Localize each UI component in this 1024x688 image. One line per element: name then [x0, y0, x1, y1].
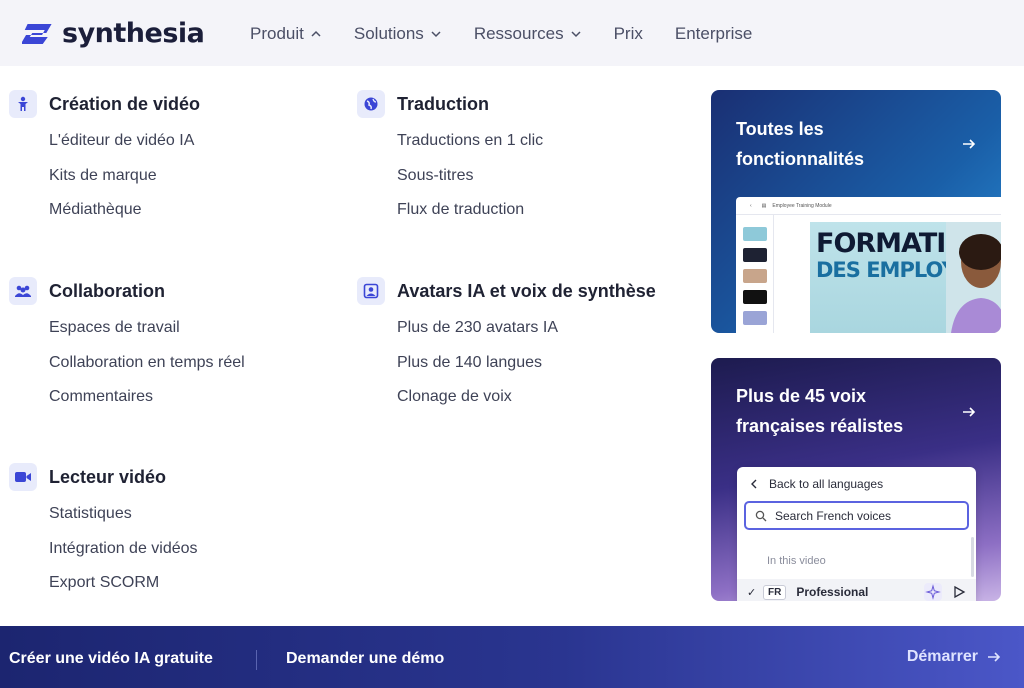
menu-link-brand-kits[interactable]: Kits de marque: [49, 159, 200, 194]
category-title: Collaboration: [49, 280, 165, 301]
start-label: Démarrer: [906, 648, 978, 665]
team-icon: [9, 277, 37, 305]
voice-selector-preview: Back to all languages Search French voic…: [737, 467, 976, 601]
voice-row: ✓ FR Professional: [737, 579, 976, 601]
arrow-right-icon: [963, 407, 976, 417]
nav-prix-label: Prix: [613, 24, 643, 43]
sparkle-icon: [924, 583, 942, 601]
scene-thumbnail: [743, 248, 767, 262]
create-free-video-link[interactable]: Créer une vidéo IA gratuite: [9, 626, 213, 688]
chevron-down-icon: [571, 31, 581, 38]
nav-enterprise-label: Enterprise: [674, 24, 753, 43]
category-collaboration: Collaboration Espaces de travail Collabo…: [9, 277, 245, 415]
menu-link-one-click-translation[interactable]: Traductions en 1 clic: [397, 124, 543, 159]
synthesia-logo-mark-icon: [20, 21, 56, 47]
search-icon: [755, 510, 767, 521]
editor-preview-canvas: FORMATION DES EMPLOYÉS: [810, 222, 1001, 333]
menu-link-workspaces[interactable]: Espaces de travail: [49, 311, 245, 346]
video-camera-icon: [9, 463, 37, 491]
editor-preview-toolbar: ‹ ▤ Employee Training Module: [736, 197, 1001, 215]
avatar-person-image: [946, 222, 1001, 333]
nav-produit[interactable]: Produit: [250, 24, 322, 44]
menu-link-analytics[interactable]: Statistiques: [49, 497, 198, 532]
card-title: Toutes les fonctionnalités: [736, 119, 865, 169]
category-title: Avatars IA et voix de synthèse: [397, 280, 656, 301]
scene-thumbnail: [743, 269, 767, 283]
nav-produit-label: Produit: [250, 24, 304, 43]
search-value: Search French voices: [775, 508, 892, 523]
menu-link-translation-flow[interactable]: Flux de traduction: [397, 193, 543, 228]
menu-link-video-embed[interactable]: Intégration de vidéos: [49, 532, 198, 567]
category-avatars-voices: Avatars IA et voix de synthèse Plus de 2…: [357, 277, 656, 415]
editor-preview-image: ‹ ▤ Employee Training Module FORMATION DE…: [736, 197, 1001, 333]
category-header[interactable]: Traduction: [357, 90, 543, 118]
language-badge: FR: [763, 584, 787, 600]
scene-thumbnail: [743, 227, 767, 241]
category-title: Traduction: [397, 93, 490, 114]
editor-preview-title: Employee Training Module: [772, 202, 832, 209]
nav-prix[interactable]: Prix: [614, 24, 643, 44]
category-translation: Traduction Traductions en 1 clic Sous-ti…: [357, 90, 543, 228]
nav-ressources-label: Ressources: [473, 24, 564, 43]
back-to-languages: Back to all languages: [749, 477, 883, 491]
logo-text: synthesia: [62, 18, 205, 49]
category-header[interactable]: Collaboration: [9, 277, 245, 305]
menu-link-scorm-export[interactable]: Export SCORM: [49, 566, 198, 601]
back-label: Back to all languages: [769, 477, 884, 491]
nav-enterprise[interactable]: Enterprise: [675, 24, 752, 44]
menu-link-media-library[interactable]: Médiathèque: [49, 193, 200, 228]
synthesia-logo[interactable]: synthesia: [20, 18, 205, 50]
arrow-right-icon: [963, 139, 976, 149]
play-icon: [954, 585, 966, 599]
chevron-down-icon: [431, 31, 441, 38]
person-icon: [9, 90, 37, 118]
globe-icon: [357, 90, 385, 118]
main-nav: Produit Solutions Ressources Prix Enterp…: [250, 24, 784, 44]
french-voices-card[interactable]: Plus de 45 voix françaises réalistes Bac…: [711, 358, 1001, 601]
scrollbar: [971, 537, 974, 577]
card-title: Plus de 45 voix françaises réalistes: [736, 386, 904, 436]
scene-thumbnail: [743, 311, 767, 325]
voice-search-field: Search French voices: [744, 501, 969, 530]
nav-solutions-label: Solutions: [353, 24, 424, 43]
nav-ressources[interactable]: Ressources: [474, 24, 582, 44]
menu-link-subtitles[interactable]: Sous-titres: [397, 159, 543, 194]
category-header[interactable]: Avatars IA et voix de synthèse: [357, 277, 656, 305]
menu-link-comments[interactable]: Commentaires: [49, 380, 245, 415]
menu-link-languages[interactable]: Plus de 140 langues: [397, 346, 656, 381]
category-header[interactable]: Création de vidéo: [9, 90, 200, 118]
start-button[interactable]: Démarrer: [907, 626, 1002, 688]
category-video-creation: Création de vidéo L'éditeur de vidéo IA …: [9, 90, 200, 228]
voice-name: Professional: [796, 585, 869, 599]
menu-link-ai-video-editor[interactable]: L'éditeur de vidéo IA: [49, 124, 200, 159]
request-demo-link[interactable]: Demander une démo: [286, 626, 444, 688]
category-video-player: Lecteur vidéo Statistiques Intégration d…: [9, 463, 198, 601]
menu-footer-bar: Créer une vidéo IA gratuite Demander une…: [0, 626, 1024, 688]
category-title: Lecteur vidéo: [49, 466, 167, 487]
all-features-card[interactable]: Toutes les fonctionnalités ‹ ▤ Employee T…: [711, 90, 1001, 333]
section-label: In this video: [767, 555, 826, 567]
editor-preview-scene-list: [736, 215, 774, 333]
menu-link-realtime-collaboration[interactable]: Collaboration en temps réel: [49, 346, 245, 381]
arrow-right-icon: [988, 652, 1001, 662]
check-icon: ✓: [747, 586, 757, 599]
footer-divider: [256, 650, 257, 670]
avatar-frame-icon: [357, 277, 385, 305]
scene-thumbnail: [743, 290, 767, 304]
menu-link-voice-cloning[interactable]: Clonage de voix: [397, 380, 656, 415]
nav-solutions[interactable]: Solutions: [354, 24, 442, 44]
top-navigation: synthesia Produit Solutions Ressources P…: [0, 0, 1024, 66]
category-title: Création de vidéo: [49, 93, 201, 114]
category-header[interactable]: Lecteur vidéo: [9, 463, 198, 491]
chevron-up-icon: [311, 30, 321, 37]
menu-link-ai-avatars[interactable]: Plus de 230 avatars IA: [397, 311, 656, 346]
chevron-left-icon: [751, 479, 757, 489]
